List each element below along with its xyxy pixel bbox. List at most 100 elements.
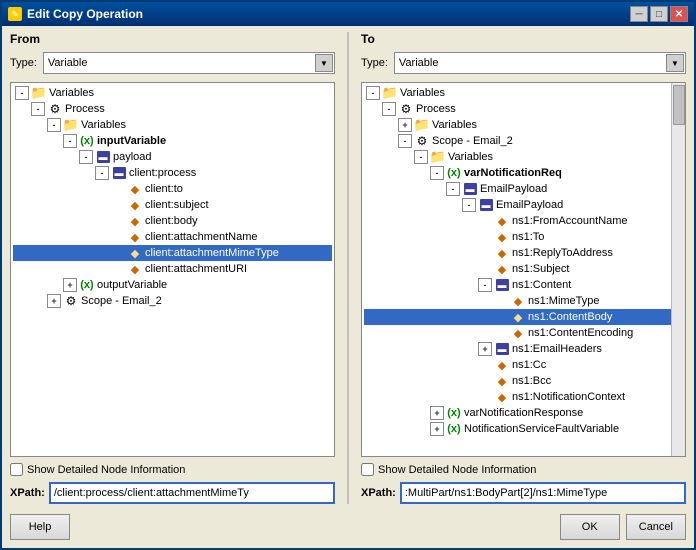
from-expander-outputvar[interactable]: + <box>63 278 77 292</box>
from-type-row: Type: Variable Expression Literal ▼ <box>10 52 335 74</box>
to-expander-emailpayload[interactable]: - <box>446 182 460 196</box>
to-type-select-wrapper: Variable Expression Literal ▼ <box>394 52 686 74</box>
from-var-icon-inputvar: (x) <box>79 133 95 149</box>
from-type-select[interactable]: Variable Expression Literal <box>43 52 335 74</box>
to-expander-vars3[interactable]: - <box>414 150 428 164</box>
window-icon: ✎ <box>8 7 22 21</box>
to-tree-row-ns1to[interactable]: ◆ ns1:To <box>364 229 683 245</box>
to-tree-row-variables3[interactable]: - 📁 Variables <box>364 149 683 165</box>
to-node-text-ns1content: ns1:Content <box>512 279 571 291</box>
to-node-text-ns1bcc: ns1:Bcc <box>512 375 551 387</box>
to-tree-row-ns1contentenc[interactable]: ◆ ns1:ContentEncoding <box>364 325 683 341</box>
from-param-icon-clientbody: ◆ <box>127 213 143 229</box>
to-header: To <box>361 32 686 46</box>
to-expander-notiffaultvar[interactable]: + <box>430 422 444 436</box>
from-tree-row-process[interactable]: - ⚙ Process <box>13 101 332 117</box>
from-tree-row-variables[interactable]: - 📁 Variables <box>13 85 332 101</box>
from-folder-icon-vars: 📁 <box>31 85 47 101</box>
from-node-text-process: Process <box>65 103 105 115</box>
to-xpath-label: XPath: <box>361 487 396 499</box>
from-expander-inputvar[interactable]: - <box>63 134 77 148</box>
to-tree-row-varnotifiresp[interactable]: + (x) varNotificationResponse <box>364 405 683 421</box>
from-expander-variables2[interactable]: - <box>47 118 61 132</box>
cancel-button[interactable]: Cancel <box>626 514 686 540</box>
to-node-text-ns1reply: ns1:ReplyToAddress <box>512 247 613 259</box>
to-tree-row-variables[interactable]: - 📁 Variables <box>364 85 683 101</box>
from-tree-row-outputvar[interactable]: + (x) outputVariable <box>13 277 332 293</box>
to-tree-row-ns1subject[interactable]: ◆ ns1:Subject <box>364 261 683 277</box>
from-tree-row-attachmime[interactable]: ◆ client:attachmentMimeType <box>13 245 332 261</box>
to-tree-row-ns1content[interactable]: - ▬ ns1:Content <box>364 277 683 293</box>
from-expander-vars[interactable]: - <box>15 86 29 100</box>
to-tree-row-emailpayload2[interactable]: - ▬ EmailPayload <box>364 197 683 213</box>
from-tree-row-scope[interactable]: + ⚙ Scope - Email_2 <box>13 293 332 309</box>
from-show-details-checkbox[interactable] <box>10 463 23 476</box>
to-expander-vars[interactable]: - <box>366 86 380 100</box>
from-tree-container[interactable]: - 📁 Variables - ⚙ Process <box>10 82 335 457</box>
from-tree-row-inputvar[interactable]: - (x) inputVariable <box>13 133 332 149</box>
to-tree-row-variables2[interactable]: + 📁 Variables <box>364 117 683 133</box>
from-expander-clientprocess[interactable]: - <box>95 166 109 180</box>
from-node-text-attachname: client:attachmentName <box>145 231 258 243</box>
to-tree-row-notiffaultvar[interactable]: + (x) NotificationServiceFaultVariable <box>364 421 683 437</box>
from-tree-row-clientsubject[interactable]: ◆ client:subject <box>13 197 332 213</box>
to-var-icon-notiffaultvar: (x) <box>446 421 462 437</box>
to-expander-ns1emailhdrs[interactable]: + <box>478 342 492 356</box>
panels: From Type: Variable Expression Literal ▼ <box>10 32 686 504</box>
to-param-icon-ns1to: ◆ <box>494 229 510 245</box>
ok-cancel-group: OK Cancel <box>560 514 686 540</box>
to-expander-scope[interactable]: - <box>398 134 412 148</box>
from-expander-payload[interactable]: - <box>79 150 93 164</box>
close-button[interactable]: ✕ <box>670 6 688 22</box>
to-tree-container[interactable]: - 📁 Variables - ⚙ Process <box>361 82 686 457</box>
to-tree-row-ns1mimetype[interactable]: ◆ ns1:MimeType <box>364 293 683 309</box>
to-xpath-input[interactable] <box>400 482 686 504</box>
to-param-icon-ns1notifctx: ◆ <box>494 389 510 405</box>
to-tree-row-emailpayload[interactable]: - ▬ EmailPayload <box>364 181 683 197</box>
from-xpath-input[interactable] <box>49 482 335 504</box>
minimize-button[interactable]: ─ <box>630 6 648 22</box>
to-tree-row-ns1contentbody[interactable]: ◆ ns1:ContentBody <box>364 309 683 325</box>
from-node-text-attachmime: client:attachmentMimeType <box>145 247 279 259</box>
to-node-text-ns1from: ns1:FromAccountName <box>512 215 628 227</box>
from-param-icon-attachuri: ◆ <box>127 261 143 277</box>
to-tree-row-ns1cc[interactable]: ◆ ns1:Cc <box>364 357 683 373</box>
title-buttons: ─ □ ✕ <box>630 6 688 22</box>
to-tree-row-scope[interactable]: - ⚙ Scope - Email_2 <box>364 133 683 149</box>
from-expander-scope[interactable]: + <box>47 294 61 308</box>
to-expander-process[interactable]: - <box>382 102 396 116</box>
help-button[interactable]: Help <box>10 514 70 540</box>
from-tree-row-clientprocess[interactable]: - ▬ client:process <box>13 165 332 181</box>
to-show-details-checkbox[interactable] <box>361 463 374 476</box>
maximize-button[interactable]: □ <box>650 6 668 22</box>
to-scrollbar[interactable] <box>671 83 685 456</box>
from-tree-row-attachname[interactable]: ◆ client:attachmentName <box>13 229 332 245</box>
window-title: Edit Copy Operation <box>27 7 143 21</box>
to-show-details-row: Show Detailed Node Information <box>361 463 686 476</box>
from-tree-row-attachuri[interactable]: ◆ client:attachmentURI <box>13 261 332 277</box>
from-tree-node-vars: - 📁 Variables - ⚙ Process <box>13 85 332 309</box>
to-tree-row-ns1notifctx[interactable]: ◆ ns1:NotificationContext <box>364 389 683 405</box>
to-field-icon-ns1content: ▬ <box>494 277 510 293</box>
from-expander-process[interactable]: - <box>31 102 45 116</box>
to-tree-row-ns1from[interactable]: ◆ ns1:FromAccountName <box>364 213 683 229</box>
to-tree-row-ns1bcc[interactable]: ◆ ns1:Bcc <box>364 373 683 389</box>
to-expander-varnotifireq[interactable]: - <box>430 166 444 180</box>
to-tree-row-process[interactable]: - ⚙ Process <box>364 101 683 117</box>
to-tree-row-varnotifireq[interactable]: - (x) varNotificationReq <box>364 165 683 181</box>
to-expander-varnotifiresp[interactable]: + <box>430 406 444 420</box>
ok-button[interactable]: OK <box>560 514 620 540</box>
to-expander-ns1content[interactable]: - <box>478 278 492 292</box>
to-scrollbar-thumb[interactable] <box>673 85 685 125</box>
to-type-row: Type: Variable Expression Literal ▼ <box>361 52 686 74</box>
to-expander-emailpayload2[interactable]: - <box>462 198 476 212</box>
from-tree-row-payload[interactable]: - ▬ payload <box>13 149 332 165</box>
to-tree-row-ns1emailhdrs[interactable]: + ▬ ns1:EmailHeaders <box>364 341 683 357</box>
from-tree-row-clientto[interactable]: ◆ client:to <box>13 181 332 197</box>
to-tree-row-ns1reply[interactable]: ◆ ns1:ReplyToAddress <box>364 245 683 261</box>
from-tree-row-variables2[interactable]: - 📁 Variables <box>13 117 332 133</box>
to-type-select[interactable]: Variable Expression Literal <box>394 52 686 74</box>
title-bar: ✎ Edit Copy Operation ─ □ ✕ <box>2 2 694 26</box>
to-expander-vars2[interactable]: + <box>398 118 412 132</box>
from-tree-row-clientbody[interactable]: ◆ client:body <box>13 213 332 229</box>
